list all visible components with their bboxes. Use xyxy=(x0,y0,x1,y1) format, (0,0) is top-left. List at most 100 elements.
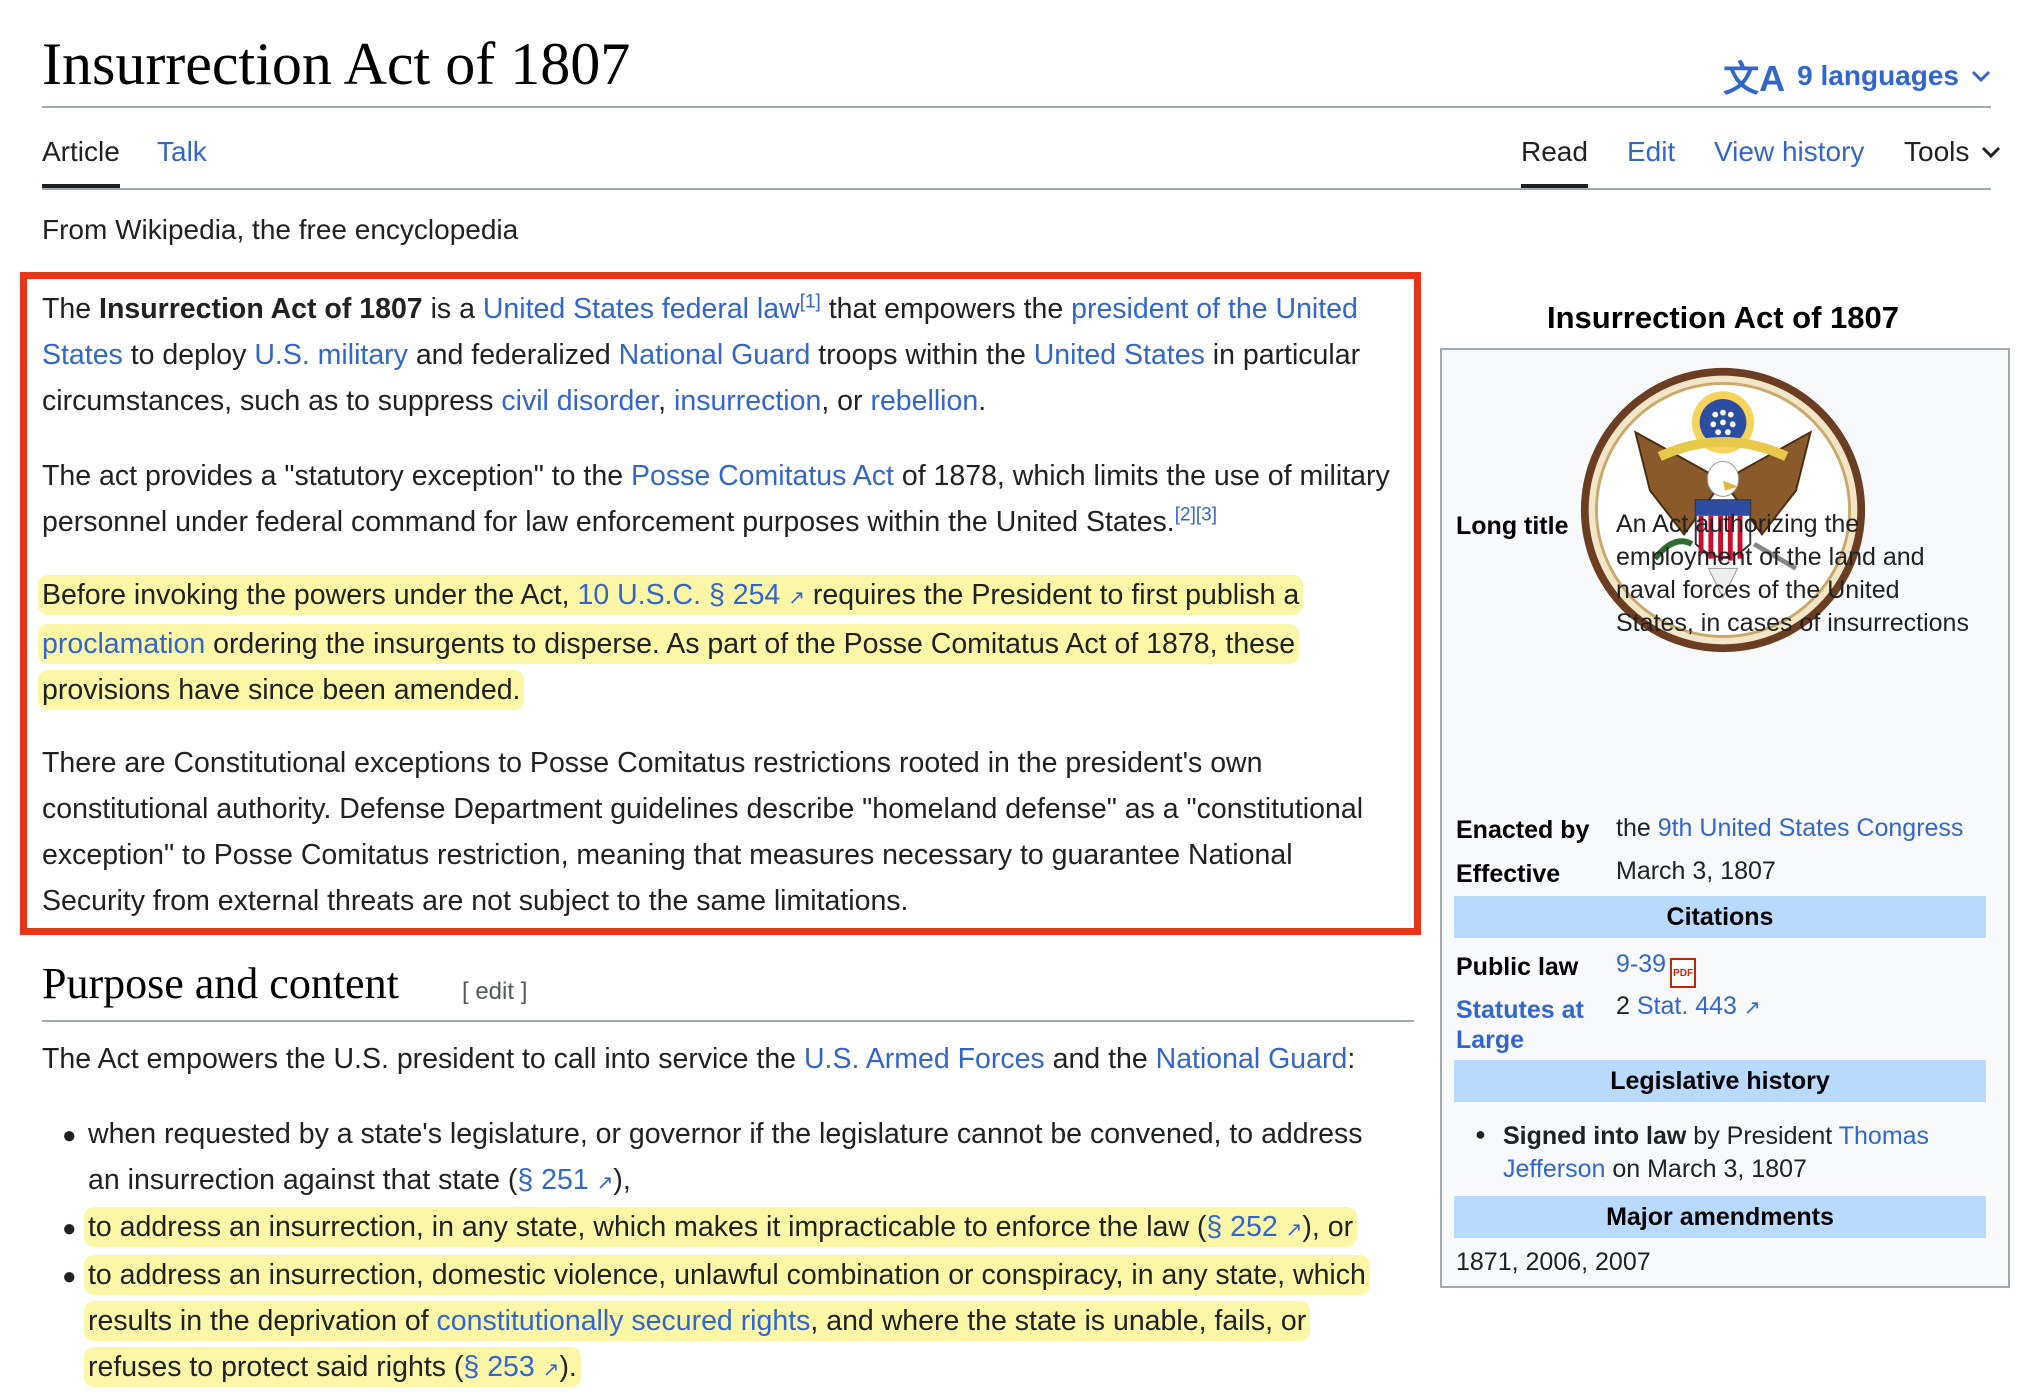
link-national-guard[interactable]: National Guard xyxy=(619,339,811,371)
infobox-value-public-law: 9-39 PDF xyxy=(1616,948,1996,988)
languages-button[interactable]: 文A 9 languages xyxy=(1723,50,1991,102)
text: States, in cases of insurrections xyxy=(1616,609,1969,637)
list-item: to address an insurrection, domestic vio… xyxy=(88,1252,1418,1393)
link-rebellion[interactable]: rebellion xyxy=(870,385,978,417)
infobox-label-enacted: Enacted by xyxy=(1456,816,1590,844)
intro-paragraph-2: The act provides a "statutory exception"… xyxy=(42,453,1432,545)
tab-article[interactable]: Article xyxy=(42,136,120,188)
tools-menu[interactable]: Tools xyxy=(1904,136,2001,168)
text: employment of the land and xyxy=(1616,543,1925,571)
tab-read[interactable]: Read xyxy=(1521,136,1588,188)
text: circumstances, such as to suppress xyxy=(42,385,502,417)
text: exception" to Posse Comitatus restrictio… xyxy=(42,839,1293,871)
infobox-caption: Insurrection Act of 1807 xyxy=(1546,300,1899,335)
translate-icon: 文A xyxy=(1723,58,1786,99)
text: , and where the state is unable, fails, … xyxy=(810,1305,1307,1337)
bullet: ● xyxy=(62,1122,77,1149)
tab-edit[interactable]: Edit xyxy=(1627,136,1675,168)
text: Security from external threats are not s… xyxy=(42,885,909,917)
link-public-law[interactable]: 9-39 xyxy=(1616,950,1666,978)
text: 2 xyxy=(1616,992,1637,1020)
link-armed-forces[interactable]: U.S. Armed Forces xyxy=(804,1043,1045,1075)
tab-talk[interactable]: Talk xyxy=(157,136,207,168)
link-president[interactable]: president of the United xyxy=(1071,293,1358,325)
external-link-icon: ↗ xyxy=(542,1359,560,1381)
link-united-states[interactable]: United States xyxy=(1034,339,1205,371)
link-thomas-jefferson[interactable]: Jefferson xyxy=(1503,1155,1605,1183)
text: is a xyxy=(422,293,483,325)
link-posse-comitatus[interactable]: Posse Comitatus Act xyxy=(631,460,894,492)
link-253[interactable]: § 253 xyxy=(463,1351,534,1383)
link-252[interactable]: § 252 xyxy=(1206,1211,1277,1243)
link-stat-443[interactable]: Stat. 443 xyxy=(1637,992,1737,1020)
text: that empowers the xyxy=(820,293,1072,325)
link-10-usc-254[interactable]: 10 U.S.C. § 254 xyxy=(578,579,781,611)
link-251[interactable]: § 251 xyxy=(517,1164,588,1196)
link-9th-congress[interactable]: 9th United States Congress xyxy=(1658,814,1964,842)
text: An Act authorizing the xyxy=(1616,510,1860,538)
text: Before invoking the powers under the Act… xyxy=(42,579,578,611)
text: The xyxy=(42,293,100,325)
section-lead: The Act empowers the U.S. president to c… xyxy=(42,1036,1432,1082)
infobox-header-legislative-history: Legislative history xyxy=(1454,1060,1986,1102)
infobox-label-statutes[interactable]: Statutes at Large xyxy=(1456,995,1584,1055)
languages-label: 9 languages xyxy=(1797,60,1959,91)
text: to address an insurrection, in any state… xyxy=(88,1211,1207,1243)
link-national-guard[interactable]: National Guard xyxy=(1156,1043,1348,1075)
link-federal-law[interactable]: United States federal law xyxy=(483,293,800,325)
infobox-signed: Signed into law by President Thomas Jeff… xyxy=(1503,1120,1993,1186)
link-us-military[interactable]: U.S. military xyxy=(254,339,408,371)
chevron-down-icon xyxy=(1982,146,2001,159)
external-link-icon: ↗ xyxy=(596,1172,614,1194)
text: requires the President to first publish … xyxy=(804,579,1300,611)
text: the xyxy=(1616,814,1658,842)
tab-view-history[interactable]: View history xyxy=(1714,136,1864,168)
infobox-label-effective: Effective xyxy=(1456,860,1561,888)
highlight: Before invoking the powers under the Act… xyxy=(42,579,1300,611)
pdf-icon[interactable]: PDF xyxy=(1670,958,1697,988)
citation-ref[interactable]: [2][3] xyxy=(1175,505,1217,526)
text: to address an insurrection, domestic vio… xyxy=(88,1259,1366,1291)
link-statutes-at-large[interactable]: Statutes at xyxy=(1456,996,1584,1024)
list-item: to address an insurrection, in any state… xyxy=(88,1204,1418,1253)
external-link-icon: ↗ xyxy=(1743,997,1761,1019)
page-title: Insurrection Act of 1807 xyxy=(42,31,631,97)
list-item: when requested by a state's legislature,… xyxy=(88,1111,1418,1206)
highlight: proclamation ordering the insurgents to … xyxy=(42,628,1296,660)
highlight: to address an insurrection, in any state… xyxy=(88,1211,1354,1243)
highlight: results in the deprivation of constituti… xyxy=(88,1305,1307,1337)
text: on March 3, 1807 xyxy=(1605,1155,1807,1183)
section-edit-link[interactable]: [ edit ] xyxy=(462,978,527,1006)
text: ordering the insurgents to disperse. As … xyxy=(205,628,1296,660)
text: There are Constitutional exceptions to P… xyxy=(42,747,1263,779)
bullet: ● xyxy=(1475,1124,1486,1144)
highlight: to address an insurrection, domestic vio… xyxy=(88,1259,1366,1291)
link-constitutional-rights[interactable]: constitutionally secured rights xyxy=(437,1305,811,1337)
intro-paragraph-1: The Insurrection Act of 1807 is a United… xyxy=(42,286,1432,424)
text: , xyxy=(658,385,675,417)
infobox-value-effective: March 3, 1807 xyxy=(1616,857,1776,885)
bullet: ● xyxy=(62,1215,77,1242)
chevron-down-icon xyxy=(1971,70,1991,83)
intro-paragraph-3: Before invoking the powers under the Act… xyxy=(42,572,1432,713)
text: results in the deprivation of xyxy=(88,1305,437,1337)
link-statutes-at-large[interactable]: Large xyxy=(1456,1026,1524,1054)
link-thomas-jefferson[interactable]: Thomas xyxy=(1839,1122,1929,1150)
citation-ref[interactable]: [1] xyxy=(800,292,821,313)
text: ), or xyxy=(1302,1211,1354,1243)
intro-paragraph-4: There are Constitutional exceptions to P… xyxy=(42,740,1432,924)
text: : xyxy=(1347,1043,1356,1075)
tagline: From Wikipedia, the free encyclopedia xyxy=(42,214,519,245)
highlight: refuses to protect said rights (§ 253 ↗)… xyxy=(88,1351,577,1383)
link-president[interactable]: States xyxy=(42,339,123,371)
text: when requested by a state's legislature,… xyxy=(88,1118,1363,1150)
link-civil-disorder[interactable]: civil disorder xyxy=(501,385,658,417)
infobox-label-public-law: Public law xyxy=(1456,953,1579,981)
link-proclamation[interactable]: proclamation xyxy=(42,628,205,660)
text: provisions have since been amended. xyxy=(42,674,521,706)
infobox-value-long-title: An Act authorizing the employment of the… xyxy=(1616,508,1996,640)
section-heading: Purpose and content xyxy=(42,959,399,1008)
text: troops within the xyxy=(810,339,1034,371)
tabs-divider xyxy=(42,188,1991,190)
link-insurrection[interactable]: insurrection xyxy=(674,385,821,417)
